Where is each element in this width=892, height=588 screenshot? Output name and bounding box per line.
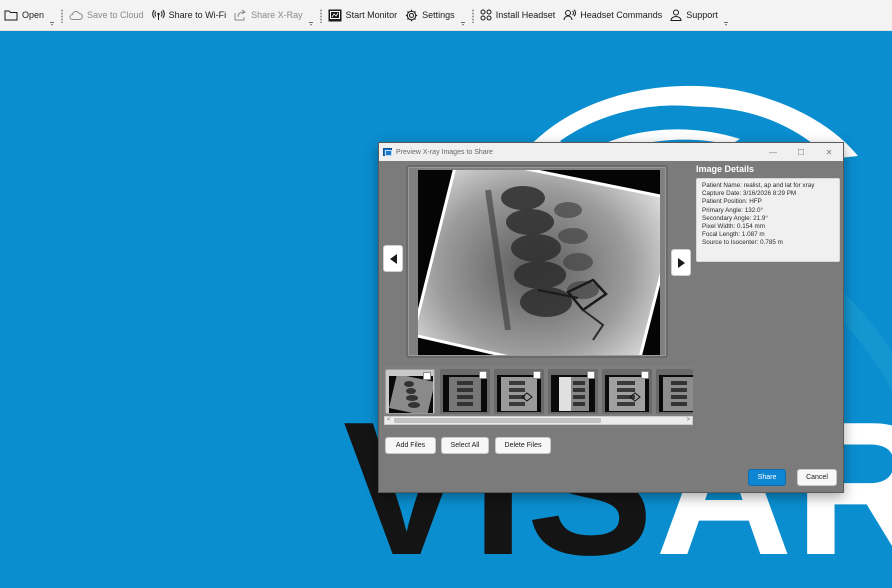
toolbar-overflow-3[interactable] bbox=[459, 0, 467, 31]
headset-commands-label: Headset Commands bbox=[580, 10, 663, 20]
share-to-wifi-label: Share to Wi-Fi bbox=[168, 10, 227, 20]
thumbnail-image bbox=[497, 375, 541, 412]
maximize-button[interactable]: ☐ bbox=[787, 143, 815, 161]
toolbar-grip[interactable] bbox=[59, 0, 65, 31]
window-controls: — ☐ ✕ bbox=[759, 143, 843, 161]
dialog-titlebar[interactable]: Preview X-ray Images to Share — ☐ ✕ bbox=[379, 143, 843, 161]
thumbnail-image bbox=[443, 375, 487, 412]
detail-primary-angle: Primary Angle: 132.0° bbox=[702, 206, 763, 214]
toolbar-overflow-4[interactable] bbox=[722, 0, 730, 31]
add-files-button[interactable]: Add Files bbox=[385, 437, 436, 454]
detail-secondary-angle: Secondary Angle: 21.9° bbox=[702, 214, 768, 222]
thumbnail-item[interactable] bbox=[440, 369, 490, 414]
start-monitor-label: Start Monitor bbox=[345, 10, 398, 20]
thumbnail-image bbox=[389, 376, 433, 413]
scroll-left-arrow[interactable]: < bbox=[387, 417, 391, 424]
cloud-icon bbox=[69, 10, 83, 20]
share-to-wifi-button[interactable]: Share to Wi-Fi bbox=[148, 0, 231, 30]
app-icon bbox=[383, 148, 392, 156]
headset-grid-icon bbox=[480, 9, 492, 21]
support-label: Support bbox=[686, 10, 718, 20]
minimize-button[interactable]: — bbox=[759, 143, 787, 161]
voice-command-icon bbox=[563, 9, 577, 21]
thumbnail-item[interactable] bbox=[656, 369, 693, 414]
thumbnail-item[interactable] bbox=[548, 369, 598, 414]
detail-patient-position: Patient Position: HFP bbox=[702, 198, 762, 206]
gear-icon bbox=[405, 9, 418, 21]
save-to-cloud-button[interactable]: Save to Cloud bbox=[65, 0, 148, 30]
image-details-panel: Patient Name: realist, ap and lat for xr… bbox=[696, 178, 840, 262]
share-xray-button[interactable]: Share X-Ray bbox=[230, 0, 307, 30]
detail-focal-length: Focal Length: 1.087 m bbox=[702, 231, 765, 239]
thumbnail-checkbox[interactable] bbox=[479, 371, 487, 379]
main-toolbar: Open Save to Cloud Share to Wi-Fi Share … bbox=[0, 0, 892, 31]
thumbnail-image bbox=[605, 375, 649, 412]
cancel-button[interactable]: Cancel bbox=[797, 469, 837, 486]
select-all-button[interactable]: Select All bbox=[441, 437, 489, 454]
start-monitor-button[interactable]: Start Monitor bbox=[324, 0, 402, 30]
save-to-cloud-label: Save to Cloud bbox=[87, 10, 144, 20]
open-button[interactable]: Open bbox=[0, 0, 48, 30]
headset-commands-button[interactable]: Headset Commands bbox=[559, 0, 666, 30]
install-headset-label: Install Headset bbox=[495, 10, 556, 20]
dialog-title: Preview X-ray Images to Share bbox=[396, 148, 493, 156]
thumbnail-scrollbar[interactable]: < > bbox=[384, 416, 693, 425]
toolbar-grip[interactable] bbox=[318, 0, 324, 31]
person-icon bbox=[670, 9, 682, 21]
thumbnail-item[interactable] bbox=[602, 369, 652, 414]
broadcast-icon bbox=[151, 9, 165, 20]
share-xray-label: Share X-Ray bbox=[251, 10, 303, 20]
share-button[interactable]: Share bbox=[748, 469, 786, 486]
open-label: Open bbox=[22, 10, 45, 20]
arrow-left-icon bbox=[389, 253, 397, 264]
close-button[interactable]: ✕ bbox=[815, 143, 843, 161]
scrollbar-thumb[interactable] bbox=[394, 418, 601, 423]
settings-button[interactable]: Settings bbox=[401, 0, 459, 30]
thumbnail-image bbox=[551, 375, 595, 412]
toolbar-overflow-1[interactable] bbox=[48, 0, 56, 31]
toolbar-overflow-2[interactable] bbox=[307, 0, 315, 31]
image-details-heading: Image Details bbox=[696, 164, 755, 174]
install-headset-button[interactable]: Install Headset bbox=[476, 0, 560, 30]
scroll-right-arrow[interactable]: > bbox=[686, 417, 690, 424]
thumbnail-checkbox[interactable] bbox=[533, 371, 541, 379]
settings-label: Settings bbox=[422, 10, 455, 20]
thumbnail-item[interactable] bbox=[385, 369, 435, 414]
detail-source-isocenter: Source to Isocenter: 0.785 m bbox=[702, 239, 783, 247]
xray-preview-image bbox=[418, 170, 660, 355]
arrow-right-icon bbox=[677, 257, 685, 268]
thumbnail-image bbox=[659, 375, 693, 412]
toolbar-grip[interactable] bbox=[470, 0, 476, 31]
thumbnail-checkbox[interactable] bbox=[423, 372, 431, 380]
detail-capture-date: Capture Date: 3/16/2026 8:29 PM bbox=[702, 190, 797, 198]
share-icon bbox=[234, 9, 246, 21]
detail-pixel-width: Pixel Width: 0.154 mm bbox=[702, 223, 765, 231]
image-preview-frame bbox=[406, 165, 668, 358]
thumbnail-checkbox[interactable] bbox=[641, 371, 649, 379]
preview-xray-dialog: Preview X-ray Images to Share — ☐ ✕ Imag… bbox=[378, 142, 844, 493]
thumbnail-checkbox[interactable] bbox=[587, 371, 595, 379]
delete-files-button[interactable]: Delete Files bbox=[495, 437, 551, 454]
thumbnail-item[interactable] bbox=[494, 369, 544, 414]
thumbnail-strip: < > bbox=[384, 366, 693, 428]
monitor-icon bbox=[328, 9, 342, 21]
folder-icon bbox=[4, 10, 18, 21]
next-image-button[interactable] bbox=[671, 249, 691, 276]
detail-patient-name: Patient Name: realist, ap and lat for xr… bbox=[702, 182, 815, 189]
previous-image-button[interactable] bbox=[383, 245, 403, 272]
support-button[interactable]: Support bbox=[666, 0, 722, 30]
